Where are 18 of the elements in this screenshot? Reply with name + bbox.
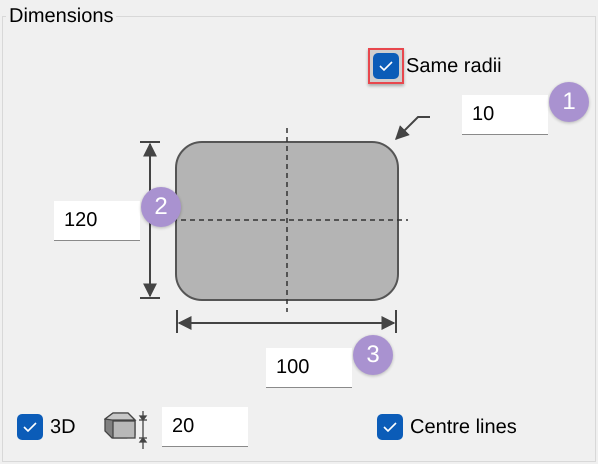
check-icon <box>383 422 397 432</box>
checkbox-label: 3D <box>50 415 76 439</box>
leader-arrow <box>395 116 430 140</box>
input-field[interactable]: 100 <box>266 348 352 388</box>
number-badge: 1 <box>549 82 589 122</box>
block-thickness-icon <box>104 410 149 450</box>
checkbox[interactable] <box>373 53 399 79</box>
check-icon <box>23 422 37 432</box>
checkbox[interactable] <box>17 414 43 440</box>
input-field[interactable]: 10 <box>462 95 548 135</box>
checkbox-label: Centre lines <box>410 415 517 439</box>
input-field[interactable]: 20 <box>162 407 248 447</box>
input-field[interactable]: 120 <box>54 201 140 241</box>
checkbox[interactable] <box>377 414 403 440</box>
number-badge: 2 <box>141 187 181 227</box>
number-badge: 3 <box>353 335 393 375</box>
checkbox-label: Same radii <box>406 54 502 78</box>
check-icon <box>379 61 393 71</box>
